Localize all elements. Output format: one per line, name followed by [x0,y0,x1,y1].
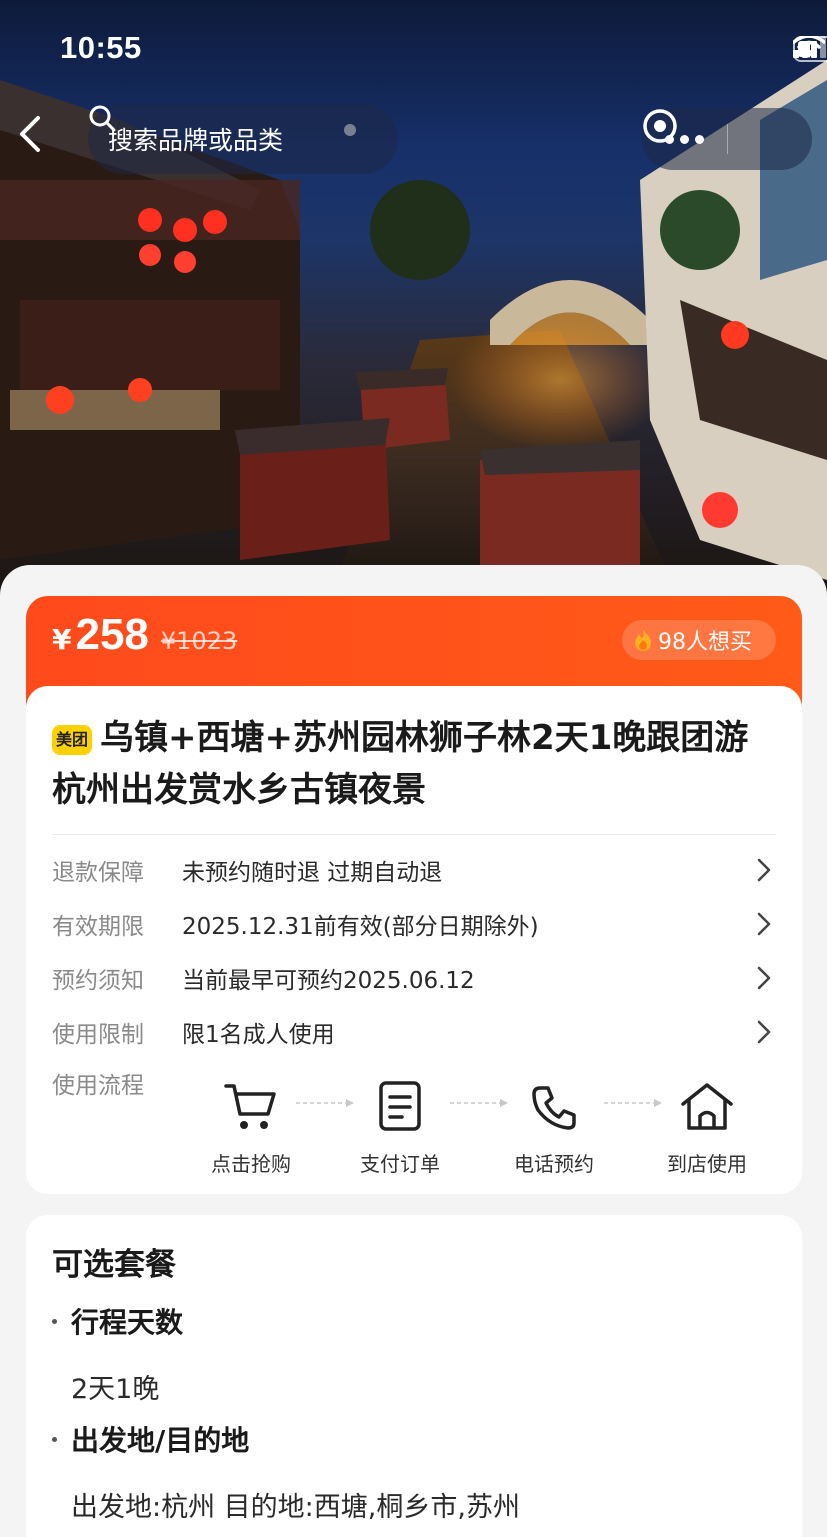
home-icon [681,1083,733,1130]
status-time: 10:55 [60,30,142,65]
bullet-dot [52,1436,57,1442]
flow-step-label: 到店使用 [667,1152,747,1176]
battery-icon [793,36,827,62]
phone-icon [532,1086,576,1130]
search-placeholder: 搜索品牌或品类 [108,126,284,155]
chevron-right-icon [752,966,776,990]
flow-step-buy: 点击抢购 [196,1074,306,1177]
info-label: 使用限制 [52,1022,144,1048]
flame-icon [635,629,651,651]
info-value: 限1名成人使用 [182,1022,335,1048]
meituan-badge: 美团 [52,725,93,755]
package-heading-text: 出发地/目的地 [71,1424,250,1457]
product-info-card: 美团 乌镇+西塘+苏州园林狮子林2天1晚跟团游 杭州出发赏水乡古镇夜景 退款保障 … [26,686,802,1194]
more-dot-icon [680,134,689,144]
bullet-dot [52,1318,57,1324]
package-heading-route: 出发地/目的地 [52,1419,249,1459]
flow-step-label: 点击抢购 [211,1152,291,1176]
divider [52,834,776,835]
want-count-badge: 98人想买 [622,620,776,660]
package-heading-days: 行程天数 [52,1301,183,1341]
info-row-refund[interactable]: 退款保障 未预约随时退 过期自动退 [52,850,776,890]
info-value: 2025.12.31前有效(部分日期除外) [182,914,539,940]
search-bar[interactable]: 搜索品牌或品类 [88,104,398,174]
flow-step-label: 支付订单 [360,1152,440,1176]
chevron-right-icon [752,1020,776,1044]
product-title-block: 美团 乌镇+西塘+苏州园林狮子林2天1晚跟团游 杭州出发赏水乡古镇夜景 [52,712,782,816]
current-price: 258 [75,610,149,659]
cart-icon [224,1084,276,1129]
chevron-right-icon [752,858,776,882]
usage-flow-label: 使用流程 [52,1073,144,1099]
info-row-validity[interactable]: 有效期限 2025.12.31前有效(部分日期除外) [52,904,776,944]
package-value-route[interactable]: 出发地:杭州 目的地:西塘,桐乡市,苏州 [71,1485,520,1524]
want-count-text: 98人想买 [658,630,752,655]
currency-symbol: ¥ [52,623,72,656]
package-value-days[interactable]: 2天1晚 [71,1367,159,1406]
flow-step-use: 到店使用 [652,1074,762,1177]
package-section-title: 可选套餐 [52,1247,176,1283]
target-close-icon [643,109,677,143]
info-value: 当前最早可预约2025.06.12 [182,968,475,994]
close-miniprogram-button[interactable] [643,108,812,170]
back-button[interactable] [16,114,64,164]
product-title-text: 乌镇+西塘+苏州园林狮子林2天1晚跟团游 杭州出发赏水乡古镇夜景 [52,718,749,810]
info-label: 预约须知 [52,968,144,994]
status-bar: 10:55 [0,0,827,96]
chevron-left-icon [20,116,40,152]
flow-step-label: 电话预约 [514,1152,594,1176]
info-row-restriction[interactable]: 使用限制 限1名成人使用 [52,1012,776,1052]
flow-step-phone: 电话预约 [499,1074,609,1177]
info-label: 有效期限 [52,914,144,940]
original-price: ¥1023 [160,627,238,655]
package-heading-text: 行程天数 [71,1306,184,1339]
info-label: 退款保障 [52,860,144,886]
flow-step-pay: 支付订单 [345,1074,455,1177]
hero-image: 10:55 搜索品牌或品类 [0,0,827,600]
chevron-right-icon [752,912,776,936]
info-value: 未预约随时退 过期自动退 [182,860,443,886]
document-icon [379,1081,421,1131]
miniprogram-capsule [642,108,812,170]
price-row: ¥ 258 ¥1023 [52,610,237,660]
product-title: 美团 乌镇+西塘+苏州园林狮子林2天1晚跟团游 杭州出发赏水乡古镇夜景 [52,712,782,816]
search-icon [89,105,116,132]
package-options-card: 可选套餐 行程天数 2天1晚 出发地/目的地 出发地:杭州 目的地:西塘,桐乡市… [26,1215,802,1537]
info-row-booking[interactable]: 预约须知 当前最早可预约2025.06.12 [52,958,776,998]
more-dot-icon [695,134,704,144]
